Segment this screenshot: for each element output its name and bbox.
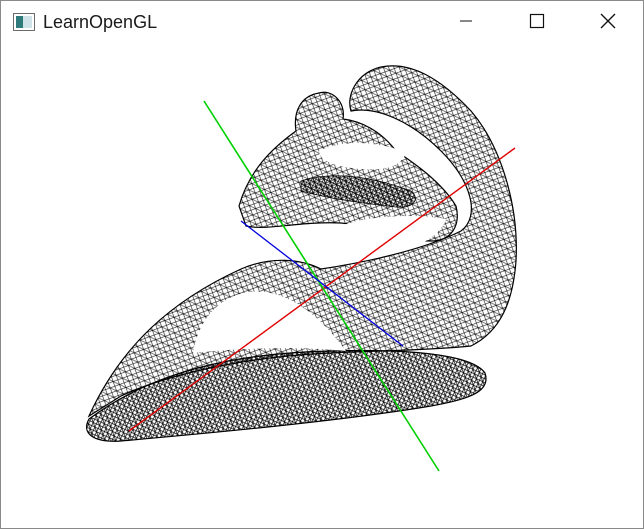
minimize-button[interactable] bbox=[431, 1, 501, 45]
opengl-viewport[interactable] bbox=[1, 45, 643, 528]
title-bar[interactable]: LearnOpenGL bbox=[1, 1, 643, 45]
render-canvas[interactable] bbox=[1, 45, 643, 528]
maximize-button[interactable] bbox=[502, 1, 572, 45]
opengl-app-icon bbox=[13, 13, 35, 31]
minimize-icon bbox=[459, 14, 473, 33]
app-window: LearnOpenGL bbox=[0, 0, 644, 529]
maximize-icon bbox=[529, 13, 545, 34]
window-title: LearnOpenGL bbox=[43, 12, 158, 32]
close-icon bbox=[599, 12, 617, 35]
close-button[interactable] bbox=[573, 1, 643, 45]
